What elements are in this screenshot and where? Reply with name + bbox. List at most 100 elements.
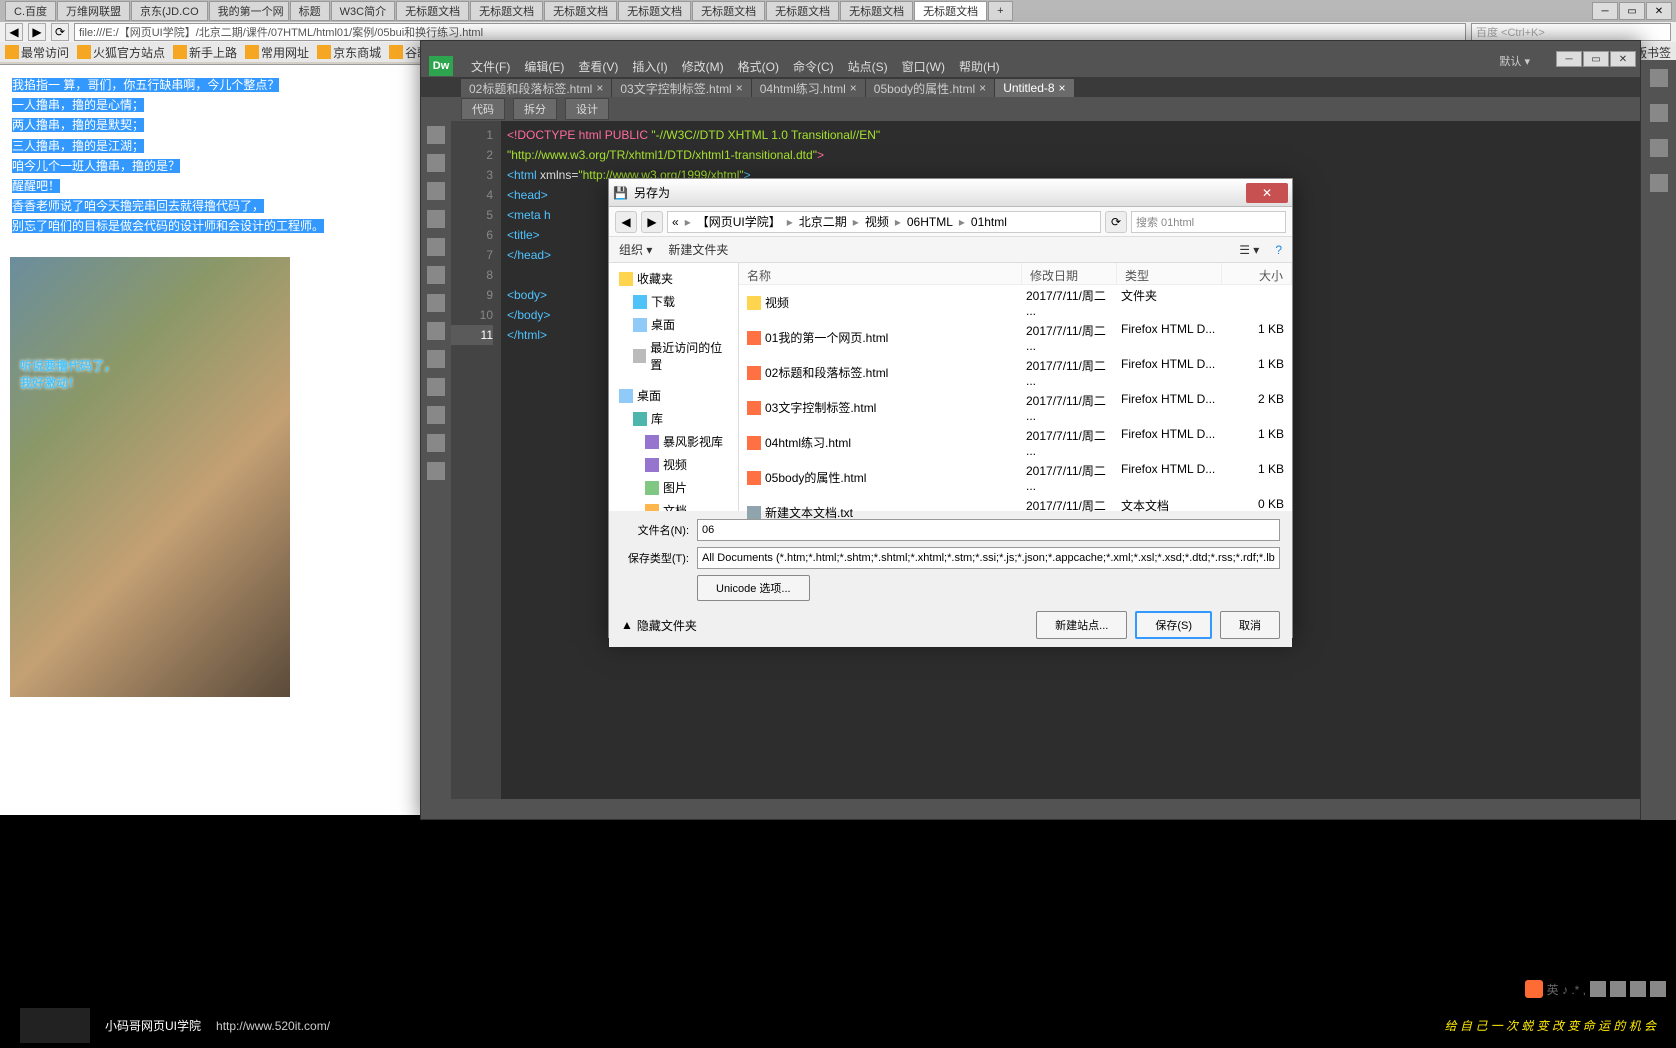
column-size[interactable]: 大小 xyxy=(1222,263,1292,284)
sidebar-documents[interactable]: 文档 xyxy=(613,499,734,511)
close-button[interactable]: ✕ xyxy=(1646,2,1672,20)
minimize-button[interactable]: ─ xyxy=(1592,2,1618,20)
menu-item[interactable]: 文件(F) xyxy=(465,56,516,77)
new-tab-button[interactable]: + xyxy=(988,1,1012,21)
tray-icon[interactable] xyxy=(1590,981,1606,997)
sidebar-desktop[interactable]: 桌面 xyxy=(613,313,734,336)
sidebar-pictures[interactable]: 图片 xyxy=(613,476,734,499)
breadcrumb-item[interactable]: « xyxy=(672,215,679,229)
menu-item[interactable]: 站点(S) xyxy=(842,56,894,77)
bookmark-item[interactable]: 最常访问 xyxy=(5,44,69,61)
menu-item[interactable]: 帮助(H) xyxy=(953,56,1006,77)
reload-button[interactable]: ⟳ xyxy=(51,23,69,41)
tool-icon[interactable] xyxy=(427,462,445,480)
tool-icon[interactable] xyxy=(427,378,445,396)
tool-icon[interactable] xyxy=(427,182,445,200)
tool-icon[interactable] xyxy=(427,154,445,172)
tool-icon[interactable] xyxy=(427,266,445,284)
tool-icon[interactable] xyxy=(427,210,445,228)
close-tab-icon[interactable]: × xyxy=(979,81,986,95)
tool-icon[interactable] xyxy=(427,322,445,340)
document-tab[interactable]: 05body的属性.html× xyxy=(866,79,994,97)
tray-icon[interactable] xyxy=(1630,981,1646,997)
column-name[interactable]: 名称 xyxy=(739,263,1022,284)
close-tab-icon[interactable]: × xyxy=(596,81,603,95)
tool-icon[interactable] xyxy=(427,238,445,256)
dw-close-button[interactable]: ✕ xyxy=(1610,51,1636,67)
close-tab-icon[interactable]: × xyxy=(736,81,743,95)
menu-item[interactable]: 命令(C) xyxy=(787,56,840,77)
file-row[interactable]: 视频2017/7/11/周二 ...文件夹 xyxy=(739,285,1292,320)
file-row[interactable]: 03文字控制标签.html2017/7/11/周二 ...Firefox HTM… xyxy=(739,390,1292,425)
browser-tab[interactable]: 无标题文档 xyxy=(470,1,543,21)
sidebar-desktop2[interactable]: 桌面 xyxy=(613,384,734,407)
bookmark-item[interactable]: 京东商城 xyxy=(317,44,381,61)
browser-tab[interactable]: 我的第一个网 xyxy=(209,1,289,21)
tool-icon[interactable] xyxy=(427,406,445,424)
filename-input[interactable] xyxy=(697,519,1280,541)
column-type[interactable]: 类型 xyxy=(1117,263,1222,284)
view-button[interactable]: 设计 xyxy=(565,98,609,120)
maximize-button[interactable]: ▭ xyxy=(1619,2,1645,20)
new-folder-button[interactable]: 新建文件夹 xyxy=(668,241,728,258)
breadcrumb-item[interactable]: 视频 xyxy=(865,213,889,230)
panel-icon[interactable] xyxy=(1641,130,1676,165)
panel-icon[interactable] xyxy=(1641,95,1676,130)
menu-item[interactable]: 查看(V) xyxy=(572,56,624,77)
sogou-ime-icon[interactable] xyxy=(1525,980,1543,998)
browser-tab[interactable]: 无标题文档 xyxy=(766,1,839,21)
browser-tab[interactable]: 无标题文档 xyxy=(544,1,617,21)
breadcrumb-item[interactable]: 【网页UI学院】 xyxy=(697,213,781,230)
sidebar-library[interactable]: 库 xyxy=(613,407,734,430)
file-row[interactable]: 02标题和段落标签.html2017/7/11/周二 ...Firefox HT… xyxy=(739,355,1292,390)
new-site-button[interactable]: 新建站点... xyxy=(1036,611,1127,639)
ime-status[interactable]: 英 ♪ .* , xyxy=(1547,981,1586,998)
file-row[interactable]: 05body的属性.html2017/7/11/周二 ...Firefox HT… xyxy=(739,460,1292,495)
sidebar-storm[interactable]: 暴风影视库 xyxy=(613,430,734,453)
document-tab[interactable]: 03文字控制标签.html× xyxy=(612,79,750,97)
organize-button[interactable]: 组织 ▾ xyxy=(619,241,652,258)
file-row[interactable]: 01我的第一个网页.html2017/7/11/周二 ...Firefox HT… xyxy=(739,320,1292,355)
browser-tab[interactable]: 无标题文档 xyxy=(692,1,765,21)
document-tab[interactable]: 04html练习.html× xyxy=(752,79,865,97)
refresh-button[interactable]: ⟳ xyxy=(1105,211,1127,233)
browser-tab[interactable]: C.百度 xyxy=(5,1,56,21)
browser-tab[interactable]: 京东(JD.CO xyxy=(131,1,208,21)
column-date[interactable]: 修改日期 xyxy=(1022,263,1117,284)
menu-item[interactable]: 插入(I) xyxy=(626,56,673,77)
forward-button[interactable]: ▶ xyxy=(28,23,46,41)
help-button[interactable]: ? xyxy=(1275,243,1282,257)
tray-icon[interactable] xyxy=(1610,981,1626,997)
filetype-input[interactable] xyxy=(697,547,1280,569)
unicode-options-button[interactable]: Unicode 选项... xyxy=(697,575,810,601)
sidebar-recent[interactable]: 最近访问的位置 xyxy=(613,336,734,376)
dw-maximize-button[interactable]: ▭ xyxy=(1583,51,1609,67)
url-bar[interactable]: file:///E:/【网页UI学院】/北京二期/课件/07HTML/html0… xyxy=(74,23,1466,41)
save-button[interactable]: 保存(S) xyxy=(1135,611,1212,639)
search-bar[interactable]: 百度 <Ctrl+K> xyxy=(1471,23,1671,41)
view-button[interactable]: ☰ ▾ xyxy=(1239,243,1259,257)
view-button[interactable]: 拆分 xyxy=(513,98,557,120)
cancel-button[interactable]: 取消 xyxy=(1220,611,1280,639)
sidebar-favorites[interactable]: 收藏夹 xyxy=(613,267,734,290)
browser-tab[interactable]: 无标题文档 xyxy=(840,1,913,21)
menu-item[interactable]: 格式(O) xyxy=(732,56,785,77)
menu-item[interactable]: 窗口(W) xyxy=(896,56,951,77)
browser-tab[interactable]: 无标题文档 xyxy=(396,1,469,21)
document-tab[interactable]: Untitled-8× xyxy=(995,79,1073,97)
close-tab-icon[interactable]: × xyxy=(1059,81,1066,95)
menu-item[interactable]: 修改(M) xyxy=(676,56,730,77)
browser-tab[interactable]: 标题 xyxy=(290,1,330,21)
sidebar-downloads[interactable]: 下载 xyxy=(613,290,734,313)
search-input[interactable]: 搜索 01html xyxy=(1131,211,1286,233)
browser-tab[interactable]: 万维网联盟 xyxy=(57,1,130,21)
dialog-close-button[interactable]: ✕ xyxy=(1246,183,1288,203)
dw-minimize-button[interactable]: ─ xyxy=(1556,51,1582,67)
back-button[interactable]: ◀ xyxy=(615,211,637,233)
bookmark-item[interactable]: 火狐官方站点 xyxy=(77,44,165,61)
bookmark-item[interactable]: 新手上路 xyxy=(173,44,237,61)
browser-tab[interactable]: W3C简介 xyxy=(331,1,395,21)
breadcrumb-item[interactable]: 06HTML xyxy=(907,215,953,229)
bookmark-item[interactable]: 常用网址 xyxy=(245,44,309,61)
file-row[interactable]: 04html练习.html2017/7/11/周二 ...Firefox HTM… xyxy=(739,425,1292,460)
